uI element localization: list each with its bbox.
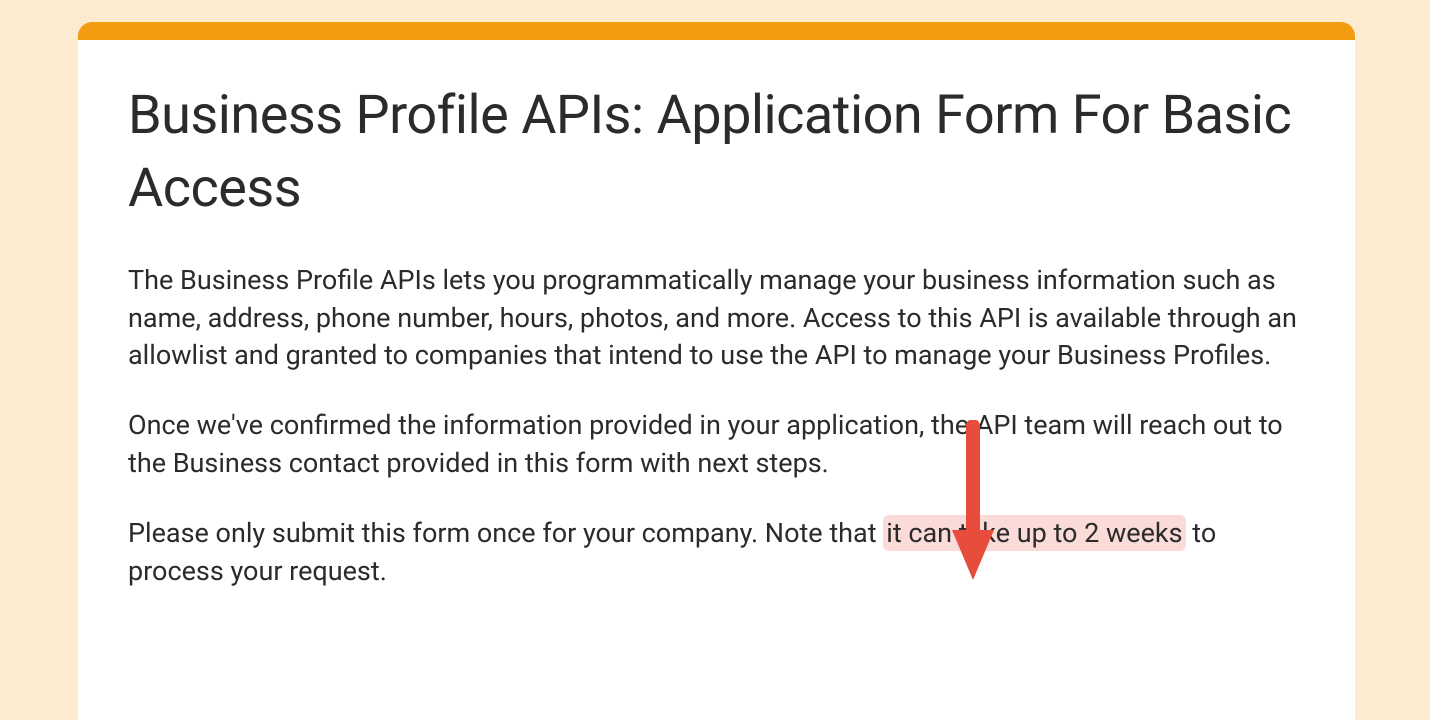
page-title: Business Profile APIs: Application Form … bbox=[128, 80, 1305, 226]
accent-bar bbox=[78, 22, 1355, 40]
p3-text-before: Please only submit this form once for yo… bbox=[128, 517, 883, 549]
form-card: Business Profile APIs: Application Form … bbox=[78, 22, 1355, 720]
highlighted-duration: it can take up to 2 weeks bbox=[883, 515, 1185, 551]
intro-paragraph-2: Once we've confirmed the information pro… bbox=[128, 407, 1305, 483]
form-content: Business Profile APIs: Application Form … bbox=[78, 40, 1355, 620]
intro-paragraph-1: The Business Profile APIs lets you progr… bbox=[128, 262, 1305, 375]
intro-paragraph-3: Please only submit this form once for yo… bbox=[128, 515, 1305, 591]
